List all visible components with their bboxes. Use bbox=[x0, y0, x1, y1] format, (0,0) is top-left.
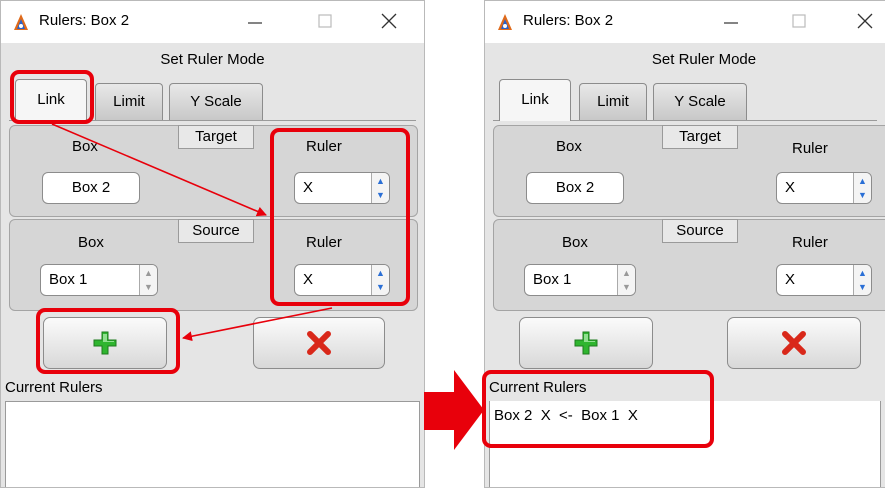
arrow-ruler-to-add bbox=[182, 307, 333, 342]
right-arrow-icon bbox=[424, 370, 484, 450]
annotation-overlay bbox=[51, 123, 484, 450]
arrow-link-to-ruler bbox=[51, 123, 267, 217]
